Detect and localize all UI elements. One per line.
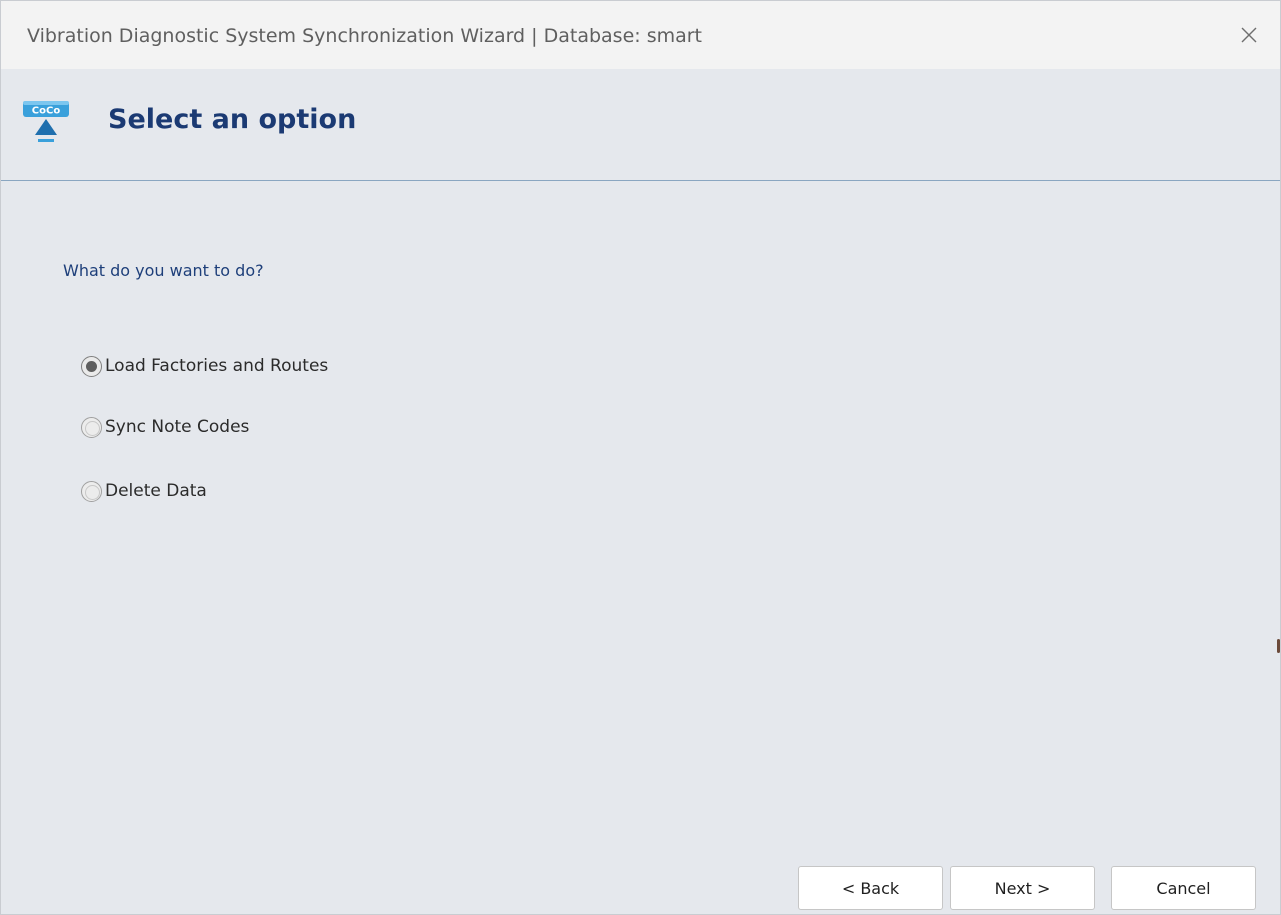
option-delete-data[interactable]: Delete Data bbox=[81, 479, 207, 503]
title-bar: Vibration Diagnostic System Synchronizat… bbox=[1, 1, 1280, 69]
option-label: Sync Note Codes bbox=[105, 417, 250, 437]
radio-button[interactable] bbox=[81, 480, 102, 502]
question-label: What do you want to do? bbox=[63, 261, 264, 280]
cancel-button[interactable]: Cancel bbox=[1111, 866, 1256, 910]
wizard-header: CoCo Select an option bbox=[1, 69, 1280, 181]
window-title: Vibration Diagnostic System Synchronizat… bbox=[27, 25, 703, 47]
close-icon bbox=[1241, 27, 1257, 43]
option-label: Load Factories and Routes bbox=[105, 356, 329, 376]
wizard-window: Vibration Diagnostic System Synchronizat… bbox=[0, 0, 1281, 915]
window-edge-mark bbox=[1277, 639, 1280, 653]
option-label: Delete Data bbox=[105, 481, 207, 501]
option-load-factories-and-routes[interactable]: Load Factories and Routes bbox=[81, 354, 328, 378]
close-button[interactable] bbox=[1218, 1, 1280, 69]
back-button[interactable]: < Back bbox=[798, 866, 943, 910]
coco-sync-logo-icon: CoCo bbox=[23, 101, 69, 142]
logo-text: CoCo bbox=[32, 106, 61, 117]
radio-button[interactable] bbox=[81, 416, 102, 438]
next-button[interactable]: Next > bbox=[950, 866, 1095, 910]
page-title: Select an option bbox=[108, 104, 357, 135]
radio-button-checked[interactable] bbox=[81, 355, 102, 377]
option-sync-note-codes[interactable]: Sync Note Codes bbox=[81, 415, 249, 439]
